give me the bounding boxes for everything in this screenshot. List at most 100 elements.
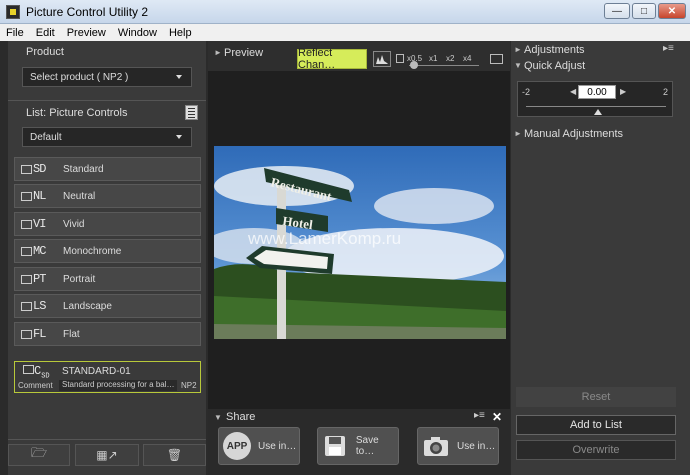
product-select[interactable]: Select product ( NP2 ): [22, 67, 192, 87]
picture-control-icon: LS: [21, 299, 55, 313]
quick-adjust-value[interactable]: [578, 85, 616, 99]
zoom-x1[interactable]: x1: [429, 54, 437, 63]
trash-icon: 🗑: [166, 448, 183, 462]
preview-title: Preview: [224, 47, 264, 59]
add-to-list-button[interactable]: Add to List: [516, 415, 676, 435]
picture-control-vivid[interactable]: VI Vivid: [14, 212, 201, 236]
use-in-camera-button[interactable]: Use in…: [417, 427, 499, 465]
quick-adjust-title: Quick Adjust: [524, 60, 586, 72]
preview-header: ► Preview Reflect Chan… x0.5 x1 x2 x4: [208, 41, 510, 71]
preview-panel: ► Preview Reflect Chan… x0.5 x1 x2 x4 Re…: [208, 41, 510, 475]
panel-menu-icon[interactable]: ▸≡: [474, 410, 485, 421]
adjustments-title: Adjustments: [524, 44, 585, 56]
export-button[interactable]: ▦↗: [75, 444, 139, 466]
divider: [8, 439, 206, 440]
adjustments-panel: ► Adjustments ▸≡ ▼ Quick Adjust -2 2 ◀ ▶…: [511, 41, 690, 475]
picture-control-neutral[interactable]: NL Neutral: [14, 184, 201, 208]
picture-control-icon: PT: [21, 272, 55, 286]
title-bar: Picture Control Utility 2 — □ ✕: [0, 0, 690, 24]
picture-control-label: Portrait: [63, 273, 96, 285]
maximize-button[interactable]: □: [632, 3, 656, 19]
list-filter-value: Default: [30, 131, 62, 143]
collapse-arrow-icon[interactable]: ▼: [214, 413, 222, 422]
zoom-slider-thumb[interactable]: [410, 61, 418, 69]
picture-control-label: Vivid: [63, 218, 85, 230]
close-button[interactable]: ✕: [658, 3, 686, 19]
collapse-arrow-icon[interactable]: ►: [514, 129, 522, 138]
delete-button[interactable]: 🗑: [143, 444, 206, 466]
picture-control-icon: MC: [21, 244, 55, 258]
export-icon: ▦↗: [96, 448, 118, 462]
picture-control-icon: FL: [21, 327, 55, 341]
open-folder-icon: 🗁: [30, 445, 48, 460]
menu-help[interactable]: Help: [163, 27, 198, 39]
quick-adjust-track[interactable]: [526, 106, 666, 107]
reset-button[interactable]: Reset: [516, 387, 676, 407]
list-filter-select[interactable]: Default: [22, 127, 192, 147]
decrement-arrow-icon[interactable]: ◀: [570, 87, 576, 96]
picture-control-label: Landscape: [63, 300, 112, 312]
picture-control-label: Neutral: [63, 190, 96, 202]
product-header: Product: [26, 46, 64, 58]
quick-adjust-thumb[interactable]: [594, 109, 602, 115]
picture-control-label: Monochrome: [63, 245, 122, 257]
collapse-arrow-icon[interactable]: ►: [214, 48, 222, 57]
minimize-button[interactable]: —: [604, 3, 630, 19]
custom-control-icon: CSD: [23, 364, 50, 380]
manual-adjustments-title: Manual Adjustments: [524, 128, 624, 140]
overwrite-button[interactable]: Overwrite: [516, 440, 676, 460]
list-header: List: Picture Controls: [26, 107, 128, 119]
custom-control-name: STANDARD-01: [62, 366, 131, 377]
increment-arrow-icon[interactable]: ▶: [620, 87, 626, 96]
split-view-icon[interactable]: [490, 54, 503, 64]
fit-icon[interactable]: [396, 54, 404, 63]
window-title: Picture Control Utility 2: [26, 4, 149, 19]
watermark-text: www.LamerKomp.ru: [247, 229, 401, 248]
camera-icon: [422, 432, 450, 460]
menu-preview[interactable]: Preview: [61, 27, 112, 39]
expand-arrow-icon[interactable]: ▼: [514, 61, 522, 70]
picture-control-landscape[interactable]: LS Landscape: [14, 294, 201, 318]
app-icon: APP: [223, 432, 251, 460]
collapse-arrow-icon[interactable]: ►: [514, 45, 522, 54]
device-badge: NP2: [181, 381, 197, 390]
picture-control-flat[interactable]: FL Flat: [14, 322, 201, 346]
picture-control-icon: NL: [21, 189, 55, 203]
picture-control-label: Flat: [63, 328, 80, 340]
divider: [8, 100, 206, 101]
zoom-x4[interactable]: x4: [463, 54, 471, 63]
quick-adjust-max: 2: [663, 87, 669, 97]
picture-control-portrait[interactable]: PT Portrait: [14, 267, 201, 291]
floppy-disk-icon: [322, 432, 349, 460]
chevron-down-icon: [176, 135, 182, 139]
chevron-down-icon: [176, 75, 182, 79]
close-icon[interactable]: ✕: [492, 410, 502, 424]
list-menu-icon[interactable]: [185, 105, 198, 120]
panel-menu-icon[interactable]: ▸≡: [663, 43, 674, 54]
quick-adjust-min: -2: [522, 87, 531, 97]
custom-picture-control[interactable]: CSD STANDARD-01 Comment Standard process…: [14, 361, 201, 393]
save-to-button[interactable]: Save to…: [317, 427, 399, 465]
zoom-slider-track[interactable]: [409, 65, 479, 66]
menu-bar: File Edit Preview Window Help: [0, 24, 690, 41]
share-panel: ▼ Share ▸≡ ✕ APP Use in… Save to… Use in…: [208, 409, 510, 475]
picture-control-label: Standard: [63, 163, 104, 175]
quick-adjust-control: -2 2 ◀ ▶: [517, 81, 673, 117]
open-folder-button[interactable]: 🗁: [8, 444, 70, 466]
left-panel: Product Select product ( NP2 ) List: Pic…: [8, 41, 206, 475]
histogram-icon[interactable]: [373, 51, 391, 67]
picture-control-icon: VI: [21, 217, 55, 231]
zoom-x2[interactable]: x2: [446, 54, 454, 63]
preview-image: Restaurant Hotel www.LamerKomp.ru: [214, 146, 506, 339]
menu-edit[interactable]: Edit: [30, 27, 61, 39]
menu-file[interactable]: File: [0, 27, 30, 39]
reflect-changes-button[interactable]: Reflect Chan…: [297, 47, 367, 71]
comment-label: Comment: [18, 381, 53, 390]
use-in-app-button[interactable]: APP Use in…: [218, 427, 300, 465]
app-icon: [6, 4, 20, 19]
picture-control-standard[interactable]: SD Standard: [14, 157, 201, 181]
menu-window[interactable]: Window: [112, 27, 163, 39]
picture-control-monochrome[interactable]: MC Monochrome: [14, 239, 201, 263]
share-title: Share: [226, 411, 256, 423]
comment-value: Standard processing for a bal…: [59, 380, 177, 391]
